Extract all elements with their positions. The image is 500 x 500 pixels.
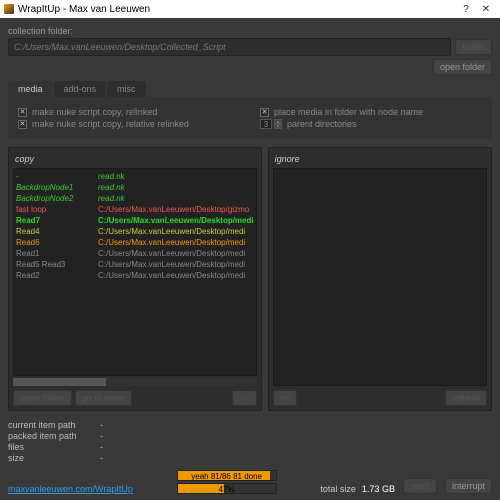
tab-media[interactable]: media (8, 81, 53, 97)
list-item[interactable]: -read.nk (16, 171, 254, 182)
app-body: collection folder: C:/Users/Max.vanLeeuw… (0, 18, 500, 500)
collection-path-input[interactable]: C:/Users/Max.vanLeeuwen/Desktop/Collecte… (8, 38, 451, 56)
info-block: current item path- packed item path- fil… (8, 419, 492, 464)
collection-label: collection folder: (8, 26, 492, 36)
packed-item-value: - (100, 431, 103, 441)
size-value: - (100, 453, 103, 463)
progress-percent: 47% (177, 483, 277, 494)
list-item[interactable]: BackdropNode2read.nk (16, 193, 254, 204)
start-button[interactable]: start! (403, 478, 437, 494)
help-button[interactable]: ? (456, 4, 476, 15)
copy-scrollbar[interactable] (13, 378, 257, 386)
interrupt-button[interactable]: interrupt (445, 478, 492, 494)
ignore-panel: ignore << refresh (268, 147, 492, 411)
copy-list[interactable]: -read.nkBackdropNode1read.nkBackdropNode… (13, 168, 257, 376)
check-copy-relative-label: make nuke script copy, relative relinked (32, 119, 189, 129)
list-item[interactable]: Read7C:/Users/Max.vanLeeuwen/Desktop/med… (16, 215, 254, 226)
check-copy-relinked[interactable]: ✕ (18, 108, 27, 117)
tabs: media add-ons misc (8, 81, 492, 97)
ignore-panel-title: ignore (273, 152, 487, 168)
list-item[interactable]: Read6C:/Users/Max.vanLeeuwen/Desktop/med… (16, 237, 254, 248)
refresh-btn[interactable]: refresh (445, 390, 487, 406)
check-copy-relinked-label: make nuke script copy, relinked (32, 107, 157, 117)
total-size-label: total size (320, 484, 356, 494)
check-copy-relative[interactable]: ✕ (18, 120, 27, 129)
window-title: WrapItUp - Max van Leeuwen (18, 4, 150, 15)
app-icon (4, 4, 14, 14)
check-place-media[interactable]: ✕ (260, 108, 269, 117)
copy-panel: copy -read.nkBackdropNode1read.nkBackdro… (8, 147, 262, 411)
parent-dirs-stepper[interactable]: 3 ▴▾ (260, 119, 282, 129)
move-right-btn[interactable]: >> (232, 390, 257, 406)
packed-item-label: packed item path (8, 431, 100, 441)
current-item-value: - (100, 420, 103, 430)
parent-dirs-value: 3 (260, 119, 272, 129)
title-bar: WrapItUp - Max van Leeuwen ? ✕ (0, 0, 500, 18)
files-label: files (8, 442, 100, 452)
progress-items: yeah 81/86 81 done (177, 470, 277, 481)
list-item[interactable]: Read1C:/Users/Max.vanLeeuwen/Desktop/med… (16, 248, 254, 259)
copy-panel-title: copy (13, 152, 257, 168)
open-folder-button[interactable]: open folder (433, 59, 492, 75)
tab-misc[interactable]: misc (107, 81, 146, 97)
parent-dirs-label: parent directories (287, 119, 357, 129)
close-button[interactable]: ✕ (476, 4, 496, 15)
total-size-value: 1.73 GB (362, 484, 395, 494)
website-link[interactable]: maxvanleeuwen.com/WrapItUp (8, 484, 133, 494)
files-value: - (100, 442, 103, 452)
list-item[interactable]: fast loopC:/Users/Max.vanLeeuwen/Desktop… (16, 204, 254, 215)
tab-body: ✕ make nuke script copy, relinked ✕ make n… (8, 97, 492, 139)
go-to-node-btn[interactable]: go to node (75, 390, 132, 406)
list-item[interactable]: Read2C:/Users/Max.vanLeeuwen/Desktop/med… (16, 270, 254, 281)
list-item[interactable]: Read4C:/Users/Max.vanLeeuwen/Desktop/med… (16, 226, 254, 237)
ignore-list[interactable] (273, 168, 487, 386)
progress-percent-label: 47% (178, 484, 276, 493)
progress-items-label: yeah 81/86 81 done (178, 471, 276, 480)
folder-button[interactable]: folder (455, 39, 492, 55)
move-left-btn[interactable]: << (273, 390, 298, 406)
current-item-label: current item path (8, 420, 100, 430)
check-place-media-label: place media in folder with node name (274, 107, 423, 117)
list-item[interactable]: BackdropNode1read.nk (16, 182, 254, 193)
tab-addons[interactable]: add-ons (54, 81, 107, 97)
list-item[interactable]: Read5 Read3C:/Users/Max.vanLeeuwen/Deskt… (16, 259, 254, 270)
stepper-down-icon[interactable]: ▾ (274, 124, 282, 129)
open-folder-btn[interactable]: open folder (13, 390, 72, 406)
size-label: size (8, 453, 100, 463)
